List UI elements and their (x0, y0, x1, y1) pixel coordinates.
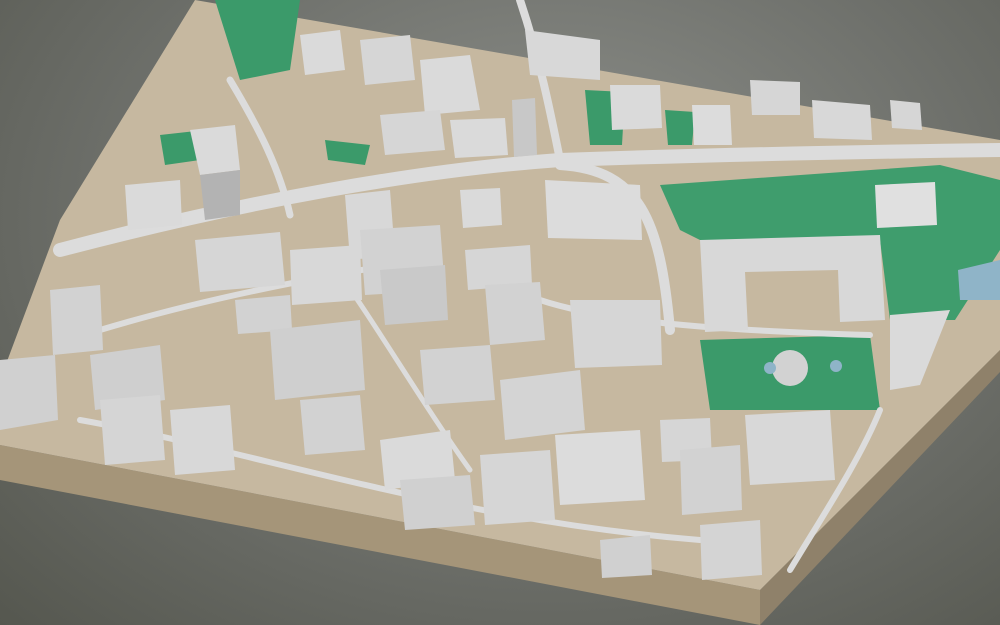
building (680, 445, 742, 515)
building (125, 180, 182, 230)
building (890, 100, 922, 130)
building (50, 285, 103, 355)
building (500, 370, 585, 440)
building (610, 85, 662, 130)
building (360, 35, 415, 85)
city-model-scene (0, 0, 1000, 625)
building (700, 520, 762, 580)
building (200, 170, 240, 220)
building (555, 430, 645, 505)
building (812, 100, 872, 140)
building (485, 282, 545, 345)
map-viewport[interactable] (0, 0, 1000, 625)
building (380, 110, 445, 155)
park-north-east-2 (665, 110, 695, 145)
building (420, 55, 480, 115)
building (750, 80, 800, 115)
building (692, 105, 732, 145)
building (290, 245, 362, 305)
garden-pool-right (830, 360, 842, 372)
building (380, 265, 448, 325)
building (170, 405, 235, 475)
building (545, 180, 642, 240)
building (745, 410, 835, 485)
building (420, 345, 495, 405)
building (235, 295, 292, 334)
building (400, 475, 475, 530)
building (600, 535, 652, 578)
building (450, 118, 508, 158)
building (195, 232, 285, 292)
building (300, 30, 345, 75)
building (300, 395, 365, 455)
building (525, 30, 600, 80)
building (0, 355, 58, 430)
building (270, 320, 365, 400)
building (460, 188, 502, 228)
garden-fountain (772, 350, 808, 386)
building-tower (512, 98, 537, 157)
building (100, 395, 165, 465)
building (480, 450, 555, 525)
building (570, 300, 662, 368)
garden-pool-left (764, 362, 776, 374)
building (875, 182, 937, 228)
